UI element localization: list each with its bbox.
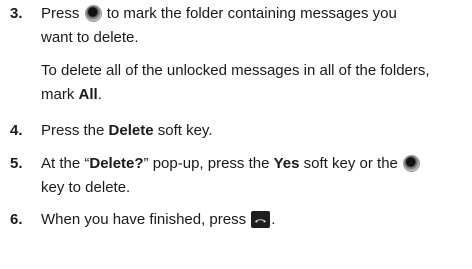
step-3-line-3: To delete all of the unlocked messages i… [41, 62, 430, 80]
step-3-line-1: Press to mark the folder containing mess… [41, 5, 397, 23]
text-segment: . [271, 211, 276, 228]
step-number: 6. [10, 211, 23, 228]
step-3-line-2: want to delete. [41, 29, 139, 47]
text-segment: At the “ [41, 155, 90, 172]
step-6-line-1: When you have finished, press . [41, 211, 275, 229]
bold-term: Delete [108, 122, 154, 139]
text-segment: Press [41, 5, 80, 22]
step-3-line-4: mark All. [41, 86, 102, 104]
text-segment: mark [41, 86, 75, 103]
text-segment: want to delete. [41, 29, 139, 46]
text-segment: to mark the folder containing messages y… [106, 5, 397, 22]
text-segment: . [97, 86, 102, 103]
text-segment: soft key. [157, 122, 213, 139]
text-segment: When you have finished, press [41, 211, 247, 228]
ok-key-icon [85, 6, 101, 21]
text-segment: Press the [41, 122, 105, 139]
bold-term: All [78, 86, 98, 103]
step-number: 4. [10, 122, 23, 139]
ok-key-icon [404, 156, 420, 171]
text-segment: key to delete. [41, 179, 131, 196]
bold-term: Yes [273, 155, 300, 172]
step-5-line-1: At the “Delete?” pop-up, press the Yes s… [41, 155, 421, 173]
step-number: 3. [10, 5, 23, 22]
text-segment: soft key or the [303, 155, 398, 172]
text-segment: ” pop-up, press the [143, 155, 270, 172]
step-5-line-2: key to delete. [41, 179, 130, 197]
end-key-icon [251, 211, 271, 228]
text-segment: To delete all of the unlocked messages i… [41, 62, 430, 79]
step-number: 5. [10, 155, 23, 172]
step-4-line-1: Press the Delete soft key. [41, 122, 213, 140]
bold-term: Delete? [89, 155, 144, 172]
